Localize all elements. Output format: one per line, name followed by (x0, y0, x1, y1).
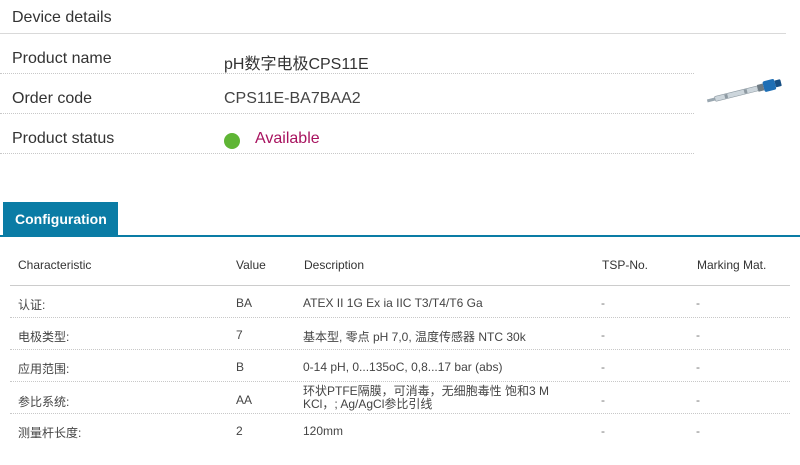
cell-description: ATEX II 1G Ex ia IIC T3/T4/T6 Ga (303, 296, 483, 310)
cell-characteristic: 参比系统: (18, 395, 70, 409)
order-code-label: Order code (12, 90, 93, 107)
product-name-value: pH数字电极CPS11E (224, 56, 369, 73)
cell-description: 120mm (303, 424, 344, 438)
cell-description-line-2: KCl，; Ag/AgCl参比引线 (303, 397, 433, 411)
cell-characteristic: 测量杆长度: (18, 426, 82, 440)
cell-marking-mat: - (696, 424, 700, 438)
header-tsp-no: TSP-No. (602, 258, 649, 272)
tab-bar: Configuration (0, 202, 800, 237)
table-row: 应用范围: B 0-14 pH, 0...135oC, 0,8...17 bar… (10, 350, 790, 382)
cell-marking-mat: - (696, 393, 700, 407)
cell-tsp-no: - (601, 360, 605, 374)
ph-electrode-product-image (704, 74, 786, 108)
cell-tsp-no: - (601, 393, 605, 407)
cell-characteristic: 认证: (18, 298, 46, 312)
cell-marking-mat: - (696, 360, 700, 374)
table-row: 电极类型: 7 基本型, 零点 pH 7,0, 温度传感器 NTC 30k - … (10, 318, 790, 350)
cell-tsp-no: - (601, 424, 605, 438)
cell-value: 2 (236, 424, 243, 438)
table-row: 参比系统: AA 环状PTFE隔膜，可消毒，无细胞毒性 饱和3 M KCl，; … (10, 382, 790, 414)
product-name-row: Product name pH数字电极CPS11E (0, 34, 694, 74)
cell-description: 0-14 pH, 0...135oC, 0,8...17 bar (abs) (303, 360, 503, 374)
cell-value: B (236, 360, 245, 374)
cell-description: 基本型, 零点 pH 7,0, 温度传感器 NTC 30k (303, 330, 526, 344)
order-code-row: Order code CPS11E-BA7BAA2 (0, 74, 694, 114)
header-description: Description (304, 258, 365, 272)
cell-characteristic: 应用范围: (18, 362, 70, 376)
header-value: Value (236, 258, 266, 272)
table-row: 认证: BA ATEX II 1G Ex ia IIC T3/T4/T6 Ga … (10, 286, 790, 318)
product-status-row: Product status Available (0, 114, 694, 154)
cell-tsp-no: - (601, 328, 605, 342)
header-marking-mat: Marking Mat. (697, 258, 767, 272)
table-row: 测量杆长度: 2 120mm - - (10, 414, 790, 446)
header-characteristic: Characteristic (18, 258, 92, 272)
cell-tsp-no: - (601, 296, 605, 310)
section-title: Device details (12, 9, 112, 26)
cell-marking-mat: - (696, 328, 700, 342)
cell-value: AA (236, 393, 253, 407)
product-status-label: Product status (12, 130, 115, 147)
cell-marking-mat: - (696, 296, 700, 310)
cell-characteristic: 电极类型: (18, 330, 70, 344)
product-name-label: Product name (12, 50, 112, 67)
status-indicator-icon (224, 133, 240, 149)
product-status-value: Available (255, 130, 320, 147)
cell-value: BA (236, 296, 253, 310)
cell-value: 7 (236, 328, 243, 342)
device-details-header: Device details (0, 0, 786, 34)
order-code-value: CPS11E-BA7BAA2 (224, 90, 361, 107)
tab-configuration[interactable]: Configuration (3, 202, 118, 237)
